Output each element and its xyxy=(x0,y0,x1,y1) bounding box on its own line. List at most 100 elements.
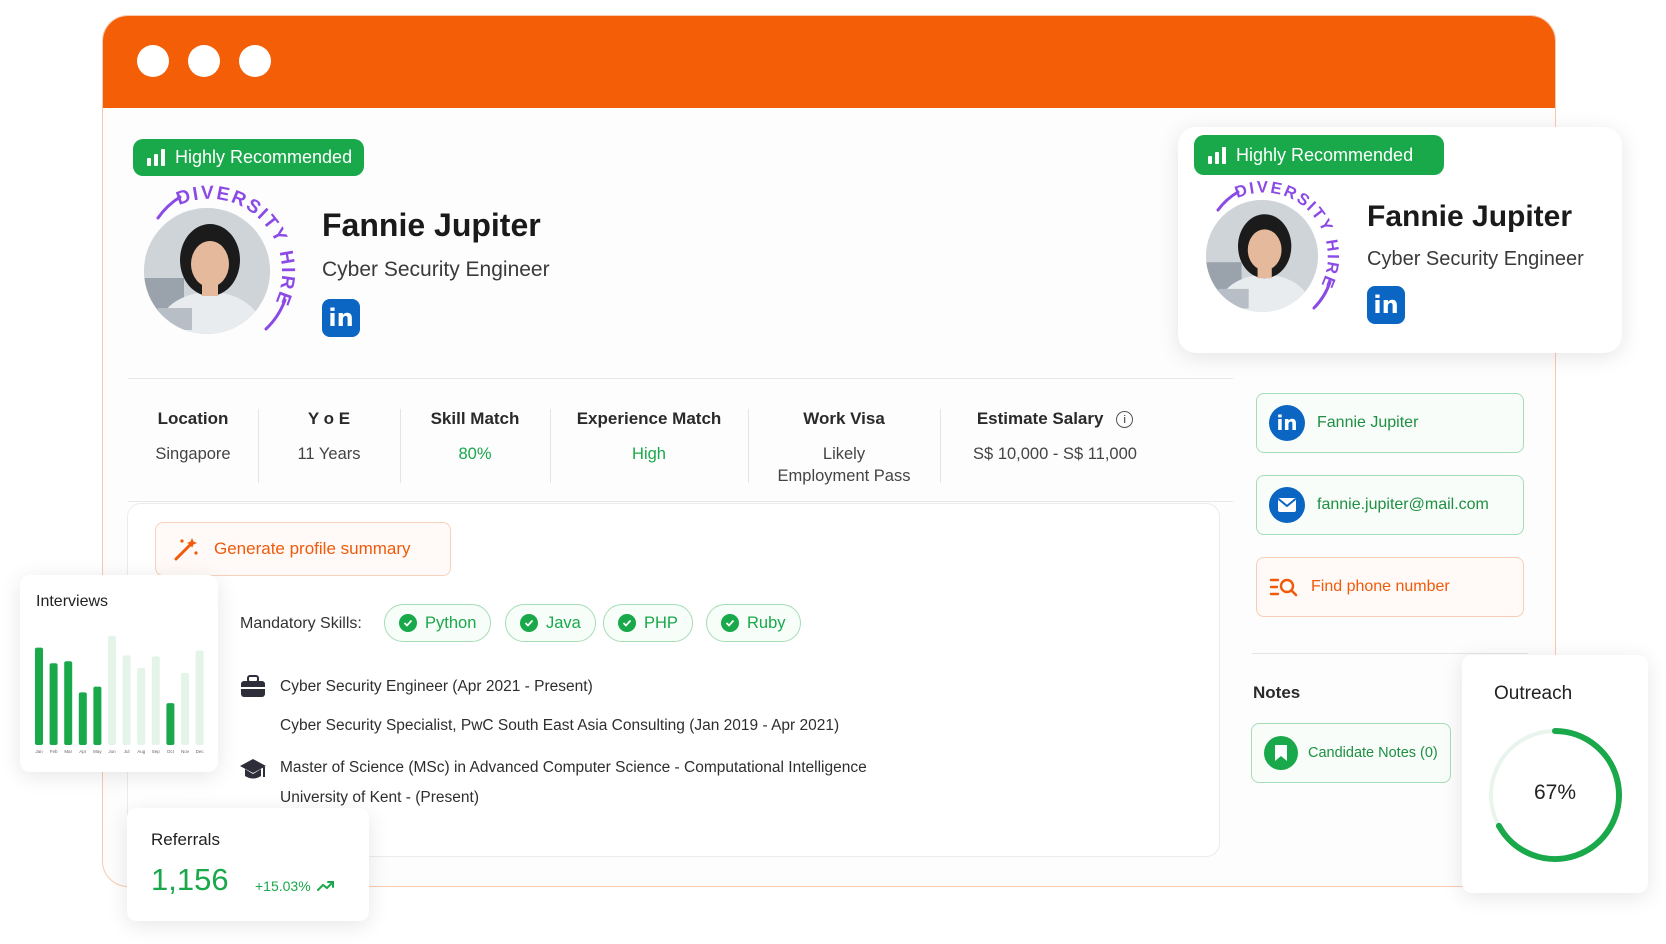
search-list-icon xyxy=(1269,578,1298,597)
trend-up-icon xyxy=(316,881,334,891)
education-item: University of Kent - (Present) xyxy=(280,789,479,806)
stat-value: 11 Years xyxy=(297,445,361,463)
avatar-with-diversity-ring: DIVERSITY HIRE xyxy=(1202,178,1352,328)
interview-bar-mar xyxy=(64,661,73,745)
candidate-role: Cyber Security Engineer xyxy=(1367,248,1584,270)
find-phone-label: Find phone number xyxy=(1311,578,1450,595)
interviews-bar-chart: Jan Feb Mar Apr May Jun Jul Aug Sep Oct Nov Dec xyxy=(35,635,205,754)
candidate-avatar xyxy=(1206,200,1318,312)
stat-label: Location xyxy=(157,409,229,428)
interview-bar-apr xyxy=(78,692,87,745)
candidate-notes-button[interactable]: Candidate Notes (0) xyxy=(1251,723,1451,783)
skill-chip-java[interactable]: Java xyxy=(505,604,596,642)
recommendation-badge: Highly Recommended xyxy=(1194,135,1444,175)
stat-label: Work Visa xyxy=(803,409,885,428)
outreach-value: 67% xyxy=(1533,781,1577,804)
magic-wand-icon xyxy=(174,538,198,561)
badge-label: Highly Recommended xyxy=(1236,144,1414,165)
interview-bar-jan xyxy=(35,647,43,745)
stat-value: Singapore xyxy=(155,445,231,463)
referrals-card: Referrals 1,156 +15.03% xyxy=(127,808,369,921)
check-icon xyxy=(618,614,636,632)
avatar-with-diversity-ring: DIVERSITY HIRE xyxy=(140,182,310,352)
divider xyxy=(1252,653,1528,654)
month-tick-label: Jan xyxy=(35,749,43,754)
candidate-role: Cyber Security Engineer xyxy=(322,258,550,281)
linkedin-icon[interactable]: in xyxy=(1367,286,1405,324)
experience-item: Cyber Security Specialist, PwC South Eas… xyxy=(280,717,840,734)
notes-heading: Notes xyxy=(1253,683,1301,702)
window-minimize-dot[interactable] xyxy=(188,45,220,77)
linkedin-icon: in xyxy=(1269,405,1305,441)
envelope-icon xyxy=(1269,487,1305,523)
month-tick-label: Aug xyxy=(137,749,146,754)
find-phone-button[interactable]: Find phone number xyxy=(1256,557,1524,617)
stat-label-text: Estimate Salary xyxy=(976,409,1104,428)
window-close-dot[interactable] xyxy=(137,45,169,77)
email-contact-label: fannie.jupiter@mail.com xyxy=(1317,496,1489,513)
signal-bars-icon xyxy=(1208,146,1226,164)
interviews-card: Interviews Jan Feb Mar Apr May Jun Jul Aug Sep Oc… xyxy=(20,575,218,772)
recommendation-badge: Highly Recommended xyxy=(133,139,364,176)
interview-bar-jun xyxy=(108,635,116,745)
stat-value: S$ 10,000 - S$ 11,000 xyxy=(973,445,1137,463)
bookmark-icon xyxy=(1264,736,1298,770)
interview-bar-nov xyxy=(181,672,189,745)
candidate-avatar xyxy=(144,208,270,334)
skill-chip-label: Ruby xyxy=(747,613,786,632)
referrals-title: Referrals xyxy=(151,830,220,849)
window-maximize-dot[interactable] xyxy=(239,45,271,77)
stat-experience-match: Experience Match High xyxy=(550,379,748,501)
outreach-card: Outreach 67% xyxy=(1462,655,1648,893)
month-tick-label: May xyxy=(93,749,102,754)
generate-summary-label: Generate profile summary xyxy=(214,539,411,558)
stat-label: Estimate Salary i xyxy=(940,409,1170,429)
stat-value: Likely Employment Pass xyxy=(748,443,940,487)
linkedin-contact-label: Fannie Jupiter xyxy=(1317,414,1419,431)
info-icon[interactable]: i xyxy=(1116,411,1134,429)
interview-bar-jul xyxy=(122,655,131,745)
stat-estimate-salary: Estimate Salary i S$ 10,000 - S$ 11,000 xyxy=(940,379,1170,501)
interview-bar-sep xyxy=(151,656,160,745)
check-icon xyxy=(721,614,739,632)
education-item: Master of Science (MSc) in Advanced Comp… xyxy=(280,759,867,776)
linkedin-icon[interactable]: in xyxy=(322,299,360,337)
generate-summary-button[interactable]: Generate profile summary xyxy=(155,522,451,576)
experience-item: Cyber Security Engineer (Apr 2021 - Pres… xyxy=(280,678,593,695)
candidate-name: Fannie Jupiter xyxy=(322,207,541,243)
interview-bar-feb xyxy=(49,663,58,745)
stat-value-line1: Likely xyxy=(822,445,866,463)
month-tick-label: Apr xyxy=(79,749,87,754)
stat-label: Experience Match xyxy=(576,409,722,428)
interview-bar-oct xyxy=(166,703,175,745)
outreach-progress-ring xyxy=(1489,728,1622,862)
stat-skill-match: Skill Match 80% xyxy=(400,379,550,501)
month-tick-label: Nov xyxy=(181,749,190,754)
referrals-value: 1,156 xyxy=(151,862,229,897)
mandatory-skills-label: Mandatory Skills: xyxy=(240,615,362,632)
month-tick-label: Oct xyxy=(167,749,175,754)
month-tick-label: Mar xyxy=(64,749,72,754)
stat-value: High xyxy=(632,445,666,463)
candidate-name: Fannie Jupiter xyxy=(1367,200,1573,233)
month-tick-label: Feb xyxy=(50,749,58,754)
stat-work-visa: Work Visa Likely Employment Pass xyxy=(748,379,940,501)
month-tick-label: Jun xyxy=(108,749,116,754)
briefcase-icon xyxy=(241,675,265,697)
skill-chip-label: PHP xyxy=(644,613,678,632)
skill-chip-php[interactable]: PHP xyxy=(603,604,693,642)
linkedin-contact-button[interactable]: in Fannie Jupiter xyxy=(1256,393,1524,453)
title-bar xyxy=(103,16,1555,108)
month-tick-label: Dec xyxy=(196,749,205,754)
email-contact-button[interactable]: fannie.jupiter@mail.com xyxy=(1256,475,1524,535)
graduation-cap-icon xyxy=(240,759,266,779)
candidate-notes-label: Candidate Notes (0) xyxy=(1308,745,1438,761)
month-tick-label: Jul xyxy=(124,749,130,754)
skill-chip-python[interactable]: Python xyxy=(384,604,492,642)
stat-label: Skill Match xyxy=(430,409,520,428)
skill-chip-ruby[interactable]: Ruby xyxy=(706,604,801,642)
stat-value-line2: Employment Pass xyxy=(777,467,911,485)
check-icon xyxy=(520,614,538,632)
skill-chip-label: Python xyxy=(425,613,477,632)
stat-location: Location Singapore xyxy=(128,379,258,501)
